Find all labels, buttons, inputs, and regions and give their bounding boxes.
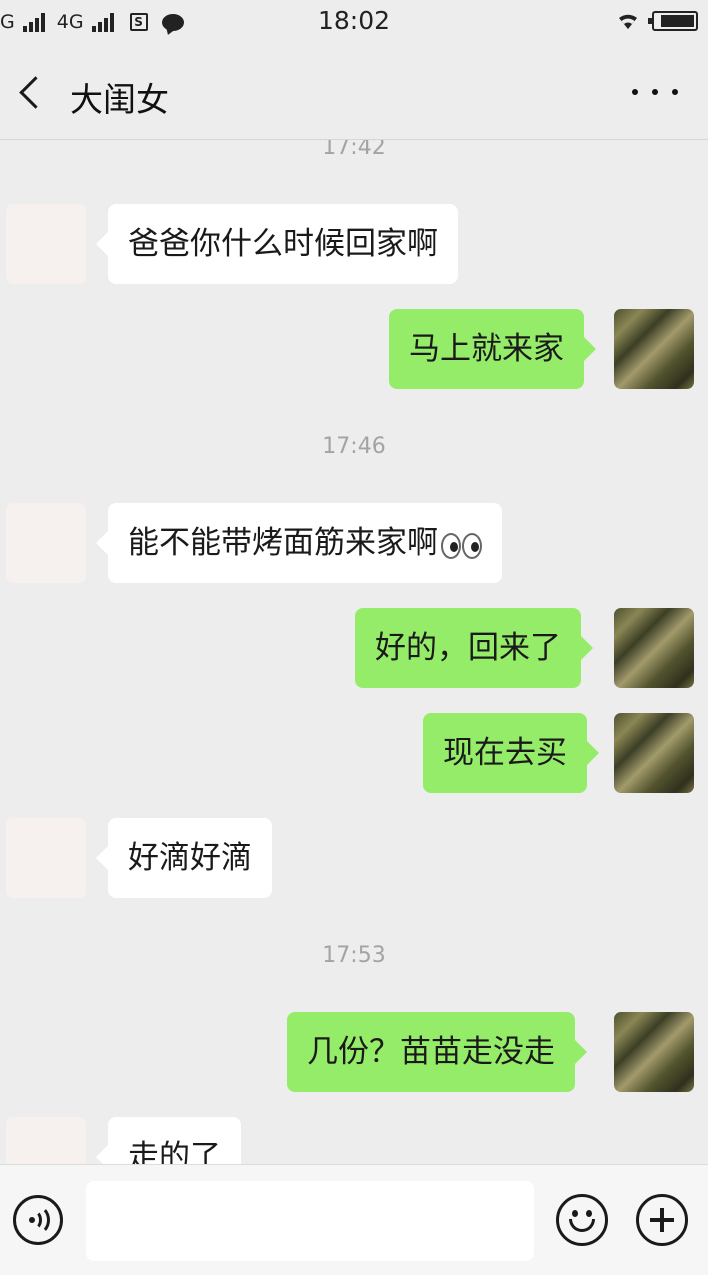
status-bar: G 4G S 18:02	[0, 0, 708, 44]
more-dots-icon[interactable]	[632, 80, 678, 104]
voice-icon[interactable]	[13, 1195, 63, 1245]
avatar-girl-icon[interactable]	[6, 818, 86, 898]
avatar-girl-icon[interactable]	[6, 204, 86, 284]
timestamp: 17:53	[322, 943, 386, 968]
wifi-icon	[619, 14, 637, 29]
chat-header: 大闺女	[0, 44, 708, 140]
input-bar	[0, 1164, 708, 1275]
avatar-girl-icon[interactable]	[6, 1117, 86, 1164]
message-input[interactable]	[86, 1181, 534, 1261]
timestamp: 17:46	[322, 434, 386, 459]
message-list[interactable]: 17:42 爸爸你什么时候回家啊 马上就来家 17:46 能不能带烤面筋来家啊 …	[0, 140, 708, 1164]
eyes-emoji-icon	[440, 505, 482, 585]
emoji-icon[interactable]	[556, 1194, 608, 1246]
avatar-self-icon[interactable]	[614, 1012, 694, 1092]
back-icon[interactable]	[16, 72, 56, 112]
message-bubble[interactable]: 好滴好滴	[96, 818, 272, 898]
status-right	[616, 9, 698, 33]
chat-title: 大闺女	[70, 80, 169, 119]
avatar-self-icon[interactable]	[614, 713, 694, 793]
message-bubble[interactable]: 几份？苗苗走没走	[287, 1012, 587, 1092]
avatar-self-icon[interactable]	[614, 608, 694, 688]
plus-icon[interactable]	[636, 1194, 688, 1246]
message-bubble[interactable]: 现在去买	[423, 713, 599, 793]
message-bubble[interactable]: 好的，回来了	[355, 608, 593, 688]
battery-icon	[648, 11, 698, 31]
message-bubble[interactable]: 爸爸你什么时候回家啊	[96, 204, 458, 284]
avatar-self-icon[interactable]	[614, 309, 694, 389]
message-bubble[interactable]: 马上就来家	[389, 309, 596, 389]
status-time: 18:02	[317, 6, 391, 35]
timestamp: 17:42	[322, 140, 386, 160]
message-text: 能不能带烤面筋来家啊	[128, 525, 438, 561]
message-bubble[interactable]: 走的了	[96, 1117, 241, 1164]
message-bubble[interactable]: 能不能带烤面筋来家啊	[96, 503, 502, 585]
avatar-girl-icon[interactable]	[6, 503, 86, 583]
